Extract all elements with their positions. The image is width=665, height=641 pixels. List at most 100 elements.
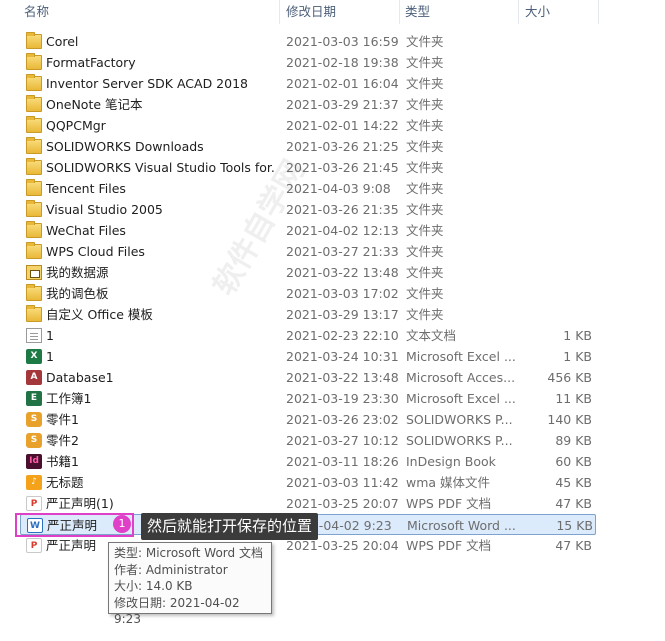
tooltip-type: 类型: Microsoft Word 文档 — [114, 546, 263, 560]
file-date: 2021-03-27 21:33 — [286, 244, 399, 259]
file-row[interactable]: Visual Studio 2005 2021-03-26 21:35 文件夹 — [20, 199, 596, 220]
file-row[interactable]: P 严正声明(1) 2021-03-25 20:07 WPS PDF 文档 47 KB — [20, 493, 596, 514]
file-name: 1 — [46, 349, 54, 364]
file-size — [520, 73, 592, 94]
indesign-book-icon: Id — [26, 454, 42, 469]
file-date: 2021-03-27 10:12 — [286, 433, 399, 448]
file-date: 2021-03-26 21:25 — [286, 139, 399, 154]
file-type: 文件夹 — [406, 202, 444, 217]
file-type: WPS PDF 文档 — [406, 496, 492, 511]
file-type: Microsoft Word ... — [407, 518, 516, 533]
file-type: 文件夹 — [406, 244, 444, 259]
file-size — [520, 220, 592, 241]
file-row[interactable]: Corel 2021-03-03 16:59 文件夹 — [20, 31, 596, 52]
file-date: 2021-02-23 22:10 — [286, 328, 399, 343]
file-type: wma 媒体文件 — [406, 475, 491, 490]
file-info-tooltip: 类型: Microsoft Word 文档 作者: Administrator … — [108, 542, 272, 626]
file-type: 文件夹 — [406, 286, 444, 301]
file-row[interactable]: OneNote 笔记本 2021-03-29 21:37 文件夹 — [20, 94, 596, 115]
file-row[interactable]: 自定义 Office 模板 2021-03-29 13:17 文件夹 — [20, 304, 596, 325]
file-date: 2021-03-03 16:59 — [286, 34, 399, 49]
file-name: WPS Cloud Files — [46, 244, 145, 259]
file-date: 2021-03-22 13:48 — [286, 265, 399, 280]
file-row[interactable]: SOLIDWORKS Downloads 2021-03-26 21:25 文件夹 — [20, 136, 596, 157]
file-size: 140 KB — [547, 412, 592, 427]
file-type: 文件夹 — [406, 97, 444, 112]
file-size — [520, 262, 592, 283]
file-date: 2021-04-02 12:13 — [286, 223, 399, 238]
file-type: Microsoft Excel ... — [406, 391, 516, 406]
file-name: 零件2 — [46, 433, 79, 448]
file-name: 我的数据源 — [46, 265, 109, 280]
tooltip-author: 作者: Administrator — [114, 562, 228, 577]
file-name: Corel — [46, 34, 79, 49]
folder-icon — [26, 284, 42, 301]
step-number-badge: 1 — [113, 515, 131, 533]
file-type: 文本文档 — [406, 328, 457, 343]
column-divider[interactable] — [279, 0, 280, 24]
file-type: 文件夹 — [406, 76, 444, 91]
instruction-callout: 然后就能打开保存的位置 — [141, 513, 319, 540]
file-row[interactable]: 我的调色板 2021-03-03 17:02 文件夹 — [20, 283, 596, 304]
file-row[interactable]: FormatFactory 2021-02-18 19:38 文件夹 — [20, 52, 596, 73]
file-date: 2021-02-01 16:04 — [286, 76, 399, 91]
file-name: 严正声明(1) — [46, 496, 114, 511]
tooltip-modified: 修改日期: 2021-04-02 9:23 — [114, 595, 240, 627]
file-row[interactable]: ♪ 无标题 2021-03-03 11:42 wma 媒体文件 45 KB — [20, 472, 596, 493]
file-name: Inventor Server SDK ACAD 2018 — [46, 76, 248, 91]
file-type: WPS PDF 文档 — [406, 538, 492, 553]
file-row[interactable]: WPS Cloud Files 2021-03-27 21:33 文件夹 — [20, 241, 596, 262]
file-row[interactable]: 我的数据源 2021-03-22 13:48 文件夹 — [20, 262, 596, 283]
file-row[interactable]: 1 2021-02-23 22:10 文本文档 1 KB — [20, 325, 596, 346]
folder-icon — [26, 158, 42, 175]
file-row[interactable]: QQPCMgr 2021-02-01 14:22 文件夹 — [20, 115, 596, 136]
file-size — [520, 157, 592, 178]
file-size — [520, 199, 592, 220]
folder-icon — [26, 179, 42, 196]
file-size: 47 KB — [555, 538, 592, 553]
folder-icon — [26, 221, 42, 238]
size-column-header[interactable]: 大小 — [521, 0, 597, 24]
file-name: 工作簿1 — [46, 391, 92, 406]
file-name: 书籍1 — [46, 454, 79, 469]
file-date: 2021-02-01 14:22 — [286, 118, 399, 133]
type-column-header[interactable]: 类型 — [401, 0, 517, 24]
file-date: 2021-03-26 23:02 — [286, 412, 399, 427]
file-size — [520, 283, 592, 304]
file-type: InDesign Book — [406, 454, 496, 469]
file-name: 我的调色板 — [46, 286, 109, 301]
file-row[interactable]: X 1 2021-03-24 10:31 Microsoft Excel ... 1 K… — [20, 346, 596, 367]
sort-arrow-icon: ⌃ — [143, 0, 151, 6]
file-row[interactable]: S 零件2 2021-03-27 10:12 SOLIDWORKS P... 89 KB — [20, 430, 596, 451]
column-divider[interactable] — [598, 0, 599, 24]
file-row[interactable]: E 工作簿1 2021-03-19 23:30 Microsoft Excel ...… — [20, 388, 596, 409]
folder-icon — [26, 137, 42, 154]
file-row[interactable]: WeChat Files 2021-04-02 12:13 文件夹 — [20, 220, 596, 241]
file-type: 文件夹 — [406, 118, 444, 133]
folder-icon — [26, 200, 42, 217]
file-row[interactable]: S 零件1 2021-03-26 23:02 SOLIDWORKS P... 140 K… — [20, 409, 596, 430]
file-type: 文件夹 — [406, 139, 444, 154]
file-row[interactable]: SOLIDWORKS Visual Studio Tools for... 202… — [20, 157, 596, 178]
column-divider[interactable] — [399, 0, 400, 24]
folder-icon — [26, 116, 42, 133]
file-name: QQPCMgr — [46, 118, 106, 133]
column-header-bar: 名称 ⌃ 修改日期 类型 大小 — [0, 0, 665, 24]
file-type: 文件夹 — [406, 307, 444, 322]
column-divider[interactable] — [518, 0, 519, 24]
file-row[interactable]: Tencent Files 2021-04-03 9:08 文件夹 — [20, 178, 596, 199]
file-name: SOLIDWORKS Downloads — [46, 139, 204, 154]
date-column-header[interactable]: 修改日期 — [282, 0, 398, 24]
file-row[interactable]: Inventor Server SDK ACAD 2018 2021-02-01 … — [20, 73, 596, 94]
data-source-folder-icon — [26, 265, 42, 280]
file-name: 自定义 Office 模板 — [46, 307, 153, 322]
file-name: Tencent Files — [46, 181, 126, 196]
file-date: 2021-03-26 21:45 — [286, 160, 399, 175]
file-date: 2021-03-24 10:31 — [286, 349, 399, 364]
file-date: 2021-03-29 13:17 — [286, 307, 399, 322]
pdf-file-icon: P — [26, 538, 42, 553]
file-row[interactable]: A Database1 2021-03-22 13:48 Microsoft Acce… — [20, 367, 596, 388]
file-row[interactable]: Id 书籍1 2021-03-11 18:26 InDesign Book 60 KB — [20, 451, 596, 472]
file-date: 2021-03-25 20:07 — [286, 496, 399, 511]
file-type: 文件夹 — [406, 160, 444, 175]
